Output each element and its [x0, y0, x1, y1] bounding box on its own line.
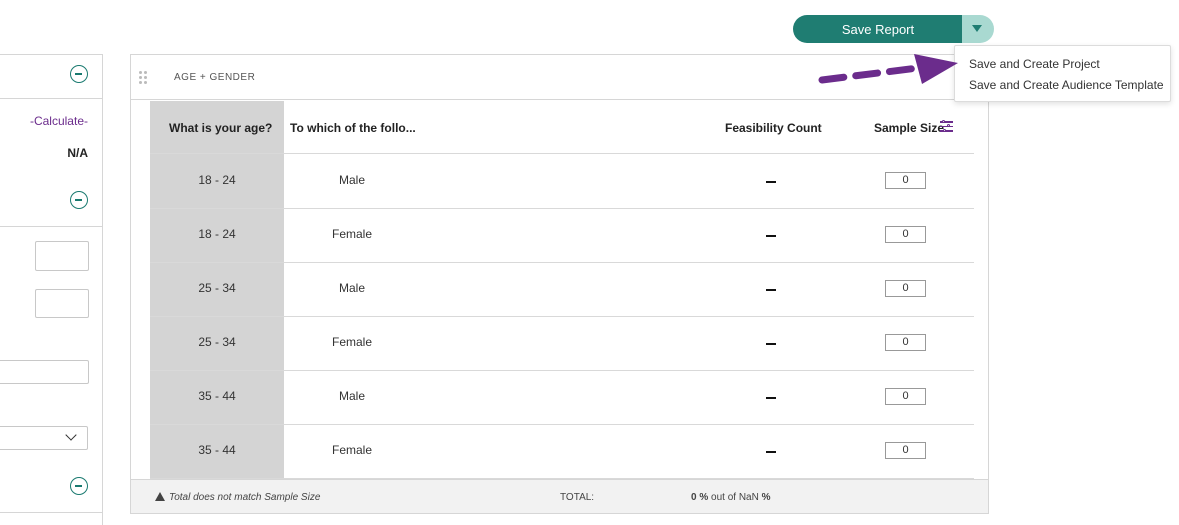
collapse-icon[interactable] [70, 191, 88, 209]
total-label: TOTAL: [560, 492, 595, 503]
cell-gender: Female [331, 443, 372, 457]
feasibility-dash [766, 397, 776, 399]
sample-size-input[interactable]: 0 [885, 172, 926, 189]
left-panel: -Calculate- N/A [0, 54, 103, 525]
card-title: AGE + GENDER [174, 72, 256, 83]
column-header-sample-size: Sample Size [874, 121, 945, 135]
menu-item-save-create-audience-template[interactable]: Save and Create Audience Template [969, 78, 1164, 92]
feasibility-dash [766, 343, 776, 345]
age-gender-card: AGE + GENDER What is your age? To which … [130, 54, 989, 514]
cell-age: 18 - 24 [198, 173, 236, 187]
divider [150, 316, 974, 317]
calculate-link[interactable]: -Calculate- [30, 114, 88, 128]
annotation-arrow [818, 54, 958, 84]
warning-icon [155, 492, 165, 501]
collapse-icon[interactable] [70, 65, 88, 83]
cell-gender: Male [338, 173, 365, 187]
cell-age: 25 - 34 [198, 335, 236, 349]
cell-age: 18 - 24 [198, 227, 236, 241]
sample-size-input[interactable]: 0 [885, 280, 926, 297]
divider [150, 424, 974, 425]
left-panel-header [0, 55, 102, 99]
sliders-icon[interactable] [940, 119, 953, 132]
select-dropdown[interactable] [0, 426, 88, 450]
card-footer: Total does not match Sample Size TOTAL: … [131, 479, 988, 513]
feasibility-dash [766, 289, 776, 291]
sample-size-input[interactable]: 0 [885, 226, 926, 243]
column-header-feasibility: Feasibility Count [725, 121, 822, 135]
sample-size-input[interactable]: 0 [885, 442, 926, 459]
sample-size-input[interactable]: 0 [885, 334, 926, 351]
cell-gender: Female [331, 227, 372, 241]
menu-item-save-create-project[interactable]: Save and Create Project [969, 57, 1100, 71]
number-input[interactable] [35, 241, 89, 271]
cell-gender: Male [338, 281, 365, 295]
feasibility-dash [766, 451, 776, 453]
cell-age: 25 - 34 [198, 281, 236, 295]
feasibility-dash [766, 235, 776, 237]
save-report-button[interactable]: Save Report [793, 15, 963, 43]
collapse-icon[interactable] [70, 477, 88, 495]
column-header-gender: To which of the follo... [290, 121, 416, 135]
feasibility-dash [766, 181, 776, 183]
save-options-toggle[interactable] [962, 15, 994, 43]
divider [0, 226, 102, 227]
chevron-down-icon [65, 429, 77, 441]
column-header-age: What is your age? [169, 121, 273, 135]
divider [0, 512, 102, 513]
cell-age: 35 - 44 [198, 389, 236, 403]
divider [150, 262, 974, 263]
cell-age: 35 - 44 [198, 443, 236, 457]
drag-handle-icon[interactable] [139, 71, 149, 85]
warning-text: Total does not match Sample Size [169, 492, 321, 503]
save-options-menu: Save and Create Project Save and Create … [954, 45, 1171, 102]
cell-gender: Female [331, 335, 372, 349]
number-input[interactable] [35, 289, 89, 318]
sample-size-input[interactable]: 0 [885, 388, 926, 405]
total-value: 0 % out of NaN % [691, 492, 771, 503]
divider [150, 153, 974, 154]
cell-gender: Male [338, 389, 365, 403]
na-value: N/A [67, 146, 88, 160]
divider [150, 370, 974, 371]
divider [150, 208, 974, 209]
text-input[interactable] [0, 360, 89, 384]
